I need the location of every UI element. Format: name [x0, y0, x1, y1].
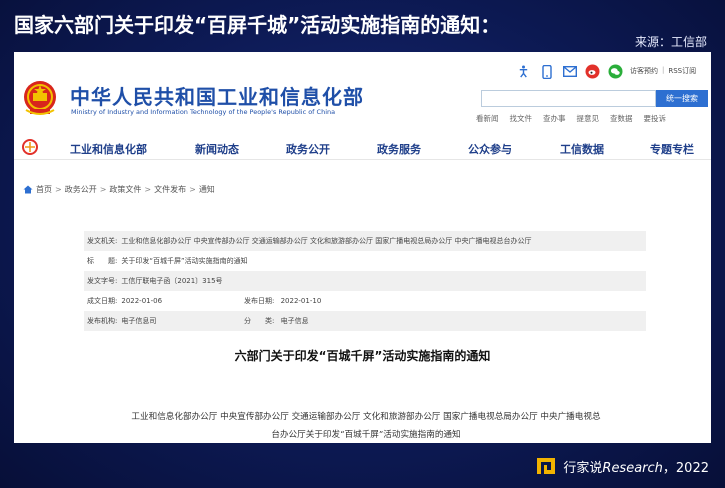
quick-link-data[interactable]: 查数据 — [610, 113, 633, 124]
doc-number-value: 工信厅联电子函〔2021〕315号 — [121, 277, 223, 285]
site-name-english: Ministry of Industry and Information Tec… — [71, 108, 336, 116]
brand-logo-icon — [537, 458, 556, 474]
breadcrumb-separator: > — [144, 185, 152, 194]
info-row-org: 发布机构: 电子信息司 分 类: 电子信息 — [84, 311, 646, 331]
accessibility-icon[interactable] — [516, 64, 531, 79]
breadcrumb-home[interactable]: 首页 — [36, 184, 52, 195]
brand-name: 行家说 — [563, 460, 603, 476]
created-date-value: 2022-01-06 — [121, 297, 163, 305]
breadcrumb-separator: > — [99, 185, 107, 194]
breadcrumb: 首页 > 政务公开 > 政策文件 > 文件发布 > 通知 — [23, 184, 215, 195]
nav-item-services[interactable]: 政务服务 — [377, 141, 421, 157]
nav-item-data[interactable]: 工信数据 — [560, 141, 604, 157]
search-input[interactable] — [481, 90, 656, 107]
site-header: 中华人民共和国工业和信息化部 Ministry of Industry and … — [14, 52, 711, 130]
published-date-value: 2022-01-10 — [280, 297, 322, 305]
title-value: 关于印发“百城千屏”活动实施指南的通知 — [121, 257, 248, 265]
document-title: 六部门关于印发“百城千屏”活动实施指南的通知 — [234, 349, 491, 363]
quick-link-files[interactable]: 找文件 — [510, 113, 533, 124]
info-row-dates: 成文日期: 2022-01-06 发布日期: 2022-01-10 — [84, 291, 646, 311]
nav-item-news[interactable]: 新闻动态 — [195, 141, 239, 157]
created-date-label: 成文日期: — [87, 297, 118, 305]
publishing-org-label: 发布机构: — [87, 317, 118, 325]
brand-research: Research — [602, 460, 663, 476]
breadcrumb-file-release[interactable]: 文件发布 — [154, 184, 186, 195]
issuers-line-1: 工业和信息化部办公厅 中央宣传部办公厅 交通运输部办公厅 文化和旅游部办公厅 国… — [131, 412, 601, 422]
mobile-icon[interactable] — [539, 64, 554, 79]
document-info-table: 发文机关: 工业和信息化部办公厅 中央宣传部办公厅 交通运输部办公厅 文化和旅游… — [84, 231, 646, 331]
mail-icon[interactable] — [562, 64, 577, 79]
rss-link[interactable]: RSS订阅 — [668, 66, 696, 76]
issuer-label: 发文机关: — [87, 237, 118, 245]
quick-link-feedback[interactable]: 提意见 — [577, 113, 600, 124]
breadcrumb-policy-files[interactable]: 政策文件 — [109, 184, 141, 195]
divider: | — [662, 66, 665, 74]
nav-item-topics[interactable]: 专题专栏 — [650, 141, 694, 157]
home-icon[interactable] — [23, 185, 33, 194]
visitor-appointment-link[interactable]: 访客预约 — [630, 66, 658, 76]
ministry-logo-icon[interactable] — [22, 139, 38, 155]
breadcrumb-public-affairs[interactable]: 政务公开 — [65, 184, 97, 195]
breadcrumb-separator: > — [189, 185, 196, 194]
slide-title: 国家六部门关于印发“百屏千城”活动实施指南的通知： — [14, 13, 501, 37]
info-row-issuer: 发文机关: 工业和信息化部办公厅 中央宣传部办公厅 交通运输部办公厅 文化和旅游… — [84, 231, 646, 251]
brand-watermark: 行家说Research，2022 — [535, 456, 709, 476]
national-emblem-icon[interactable] — [22, 79, 58, 117]
publishing-org-value: 电子信息司 — [121, 317, 157, 325]
doc-number-label: 发文字号: — [87, 277, 118, 285]
document-issuers: 工业和信息化部办公厅 中央宣传部办公厅 交通运输部办公厅 文化和旅游部办公厅 国… — [86, 408, 646, 443]
main-nav: 工业和信息化部 新闻动态 政务公开 政务服务 公众参与 工信数据 专题专栏 — [14, 136, 711, 160]
info-row-title: 标 题: 关于印发“百城千屏”活动实施指南的通知 — [84, 251, 646, 271]
nav-item-participation[interactable]: 公众参与 — [468, 141, 512, 157]
site-name[interactable]: 中华人民共和国工业和信息化部 — [70, 81, 364, 110]
weibo-icon[interactable] — [585, 64, 600, 79]
quick-link-services[interactable]: 查办事 — [543, 113, 566, 124]
quick-link-complaint[interactable]: 要投诉 — [644, 113, 667, 124]
published-date-label: 发布日期: — [244, 297, 275, 305]
brand-year: ，2022 — [662, 460, 709, 476]
info-row-doc-number: 发文字号: 工信厅联电子函〔2021〕315号 — [84, 271, 646, 291]
nav-item-ministry[interactable]: 工业和信息化部 — [70, 141, 147, 157]
search-button[interactable]: 统一搜索 — [656, 90, 708, 107]
category-value: 电子信息 — [280, 317, 309, 325]
source-label: 来源：工信部 — [634, 35, 707, 49]
wechat-icon[interactable] — [608, 64, 623, 79]
breadcrumb-separator: > — [55, 185, 62, 194]
website-screenshot: 中华人民共和国工业和信息化部 Ministry of Industry and … — [14, 52, 711, 443]
issuers-line-2: 台办公厅关于印发“百城千屏”活动实施指南的通知 — [271, 430, 461, 440]
quick-link-news[interactable]: 看新闻 — [476, 113, 499, 124]
title-label: 标 题: — [87, 257, 118, 265]
category-label: 分 类: — [244, 317, 275, 325]
issuer-value: 工业和信息化部办公厅 中央宣传部办公厅 交通运输部办公厅 文化和旅游部办公厅 国… — [121, 237, 532, 245]
nav-item-public-affairs[interactable]: 政务公开 — [286, 141, 330, 157]
breadcrumb-notice[interactable]: 通知 — [199, 184, 215, 195]
